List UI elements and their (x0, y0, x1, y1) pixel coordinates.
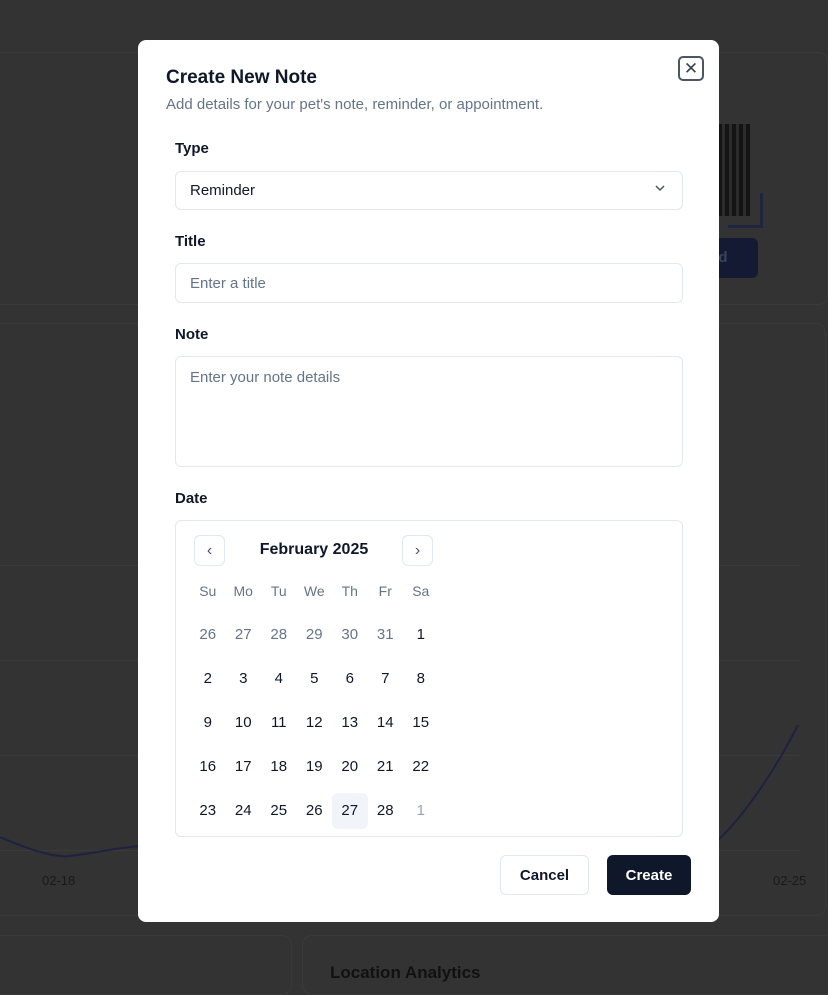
calendar-day[interactable]: 2 (190, 661, 226, 697)
calendar-day[interactable]: 27 (332, 793, 368, 829)
calendar-day[interactable]: 6 (332, 661, 368, 697)
weekday-header: Th (341, 583, 358, 599)
weekday-header: Su (199, 583, 217, 599)
date-label: Date (175, 490, 208, 507)
calendar-day[interactable]: 30 (332, 617, 368, 653)
type-select[interactable]: Reminder (175, 171, 683, 210)
x-tick: 02-25 (773, 873, 807, 888)
calendar-day[interactable]: 29 (297, 617, 333, 653)
calendar-day[interactable]: 21 (368, 749, 404, 785)
calendar-day[interactable]: 25 (261, 793, 297, 829)
calendar-day[interactable]: 4 (261, 661, 297, 697)
calendar-day[interactable]: 3 (226, 661, 262, 697)
calendar-day[interactable]: 28 (261, 617, 297, 653)
create-button[interactable]: Create (607, 855, 691, 895)
calendar-day[interactable]: 12 (297, 705, 333, 741)
calendar-day[interactable]: 7 (368, 661, 404, 697)
weekday-header: Tu (270, 583, 287, 599)
chevron-down-icon (654, 182, 666, 197)
cancel-button[interactable]: Cancel (500, 855, 589, 895)
calendar-day[interactable]: 26 (190, 617, 226, 653)
note-textarea[interactable]: Enter your note details (175, 356, 683, 467)
title-placeholder: Enter a title (190, 274, 266, 292)
calendar-day[interactable]: 11 (261, 705, 297, 741)
calendar-day[interactable]: 1 (403, 617, 439, 653)
weekday-header: We (303, 583, 325, 599)
calendar-day[interactable]: 1 (403, 793, 439, 829)
calendar-day[interactable]: 16 (190, 749, 226, 785)
calendar-day[interactable]: 28 (368, 793, 404, 829)
bottom-left-card (0, 935, 292, 995)
calendar-day[interactable]: 13 (332, 705, 368, 741)
create-note-dialog: ✕ Create New Note Add details for your p… (138, 40, 719, 922)
x-tick: 02-18 (42, 873, 76, 888)
calendar-day[interactable]: 22 (403, 749, 439, 785)
calendar-day[interactable]: 8 (403, 661, 439, 697)
date-calendar: ‹ February 2025 › Su Mo Tu We Th Fr Sa 26 27 28 29… (175, 520, 683, 837)
chevron-right-icon: › (414, 541, 421, 559)
calendar-day[interactable]: 27 (226, 617, 262, 653)
calendar-grid: Su Mo Tu We Th Fr Sa 26 27 28 29 30 31 1 2 3 4 5 6 7 8 9 10 11 1… (190, 579, 439, 837)
calendar-day[interactable]: 23 (190, 793, 226, 829)
note-placeholder: Enter your note details (190, 369, 341, 386)
close-button[interactable]: ✕ (678, 56, 704, 81)
calendar-day[interactable]: 31 (368, 617, 404, 653)
calendar-day[interactable]: 18 (261, 749, 297, 785)
title-label: Title (175, 233, 206, 250)
type-value: Reminder (190, 182, 256, 199)
weekday-header: Mo (233, 583, 253, 599)
weekday-header: Fr (378, 583, 392, 599)
calendar-day[interactable]: 17 (226, 749, 262, 785)
calendar-day[interactable]: 14 (368, 705, 404, 741)
calendar-day[interactable]: 5 (297, 661, 333, 697)
location-analytics-title: Location Analytics (330, 963, 481, 982)
calendar-day[interactable]: 15 (403, 705, 439, 741)
calendar-day[interactable]: 26 (297, 793, 333, 829)
dialog-subtitle: Add details for your pet's note, reminde… (166, 96, 544, 113)
calendar-day[interactable]: 10 (226, 705, 262, 741)
calendar-day[interactable]: 24 (226, 793, 262, 829)
type-label: Type (175, 140, 209, 157)
calendar-day[interactable]: 19 (297, 749, 333, 785)
dialog-title: Create New Note (166, 67, 317, 88)
calendar-day[interactable]: 9 (190, 705, 226, 741)
x-icon: ✕ (683, 59, 699, 78)
next-month-button[interactable]: › (402, 535, 433, 566)
weekday-header: Sa (412, 583, 430, 599)
title-input[interactable]: Enter a title (175, 263, 683, 303)
note-label: Note (175, 326, 209, 343)
calendar-day[interactable]: 20 (332, 749, 368, 785)
